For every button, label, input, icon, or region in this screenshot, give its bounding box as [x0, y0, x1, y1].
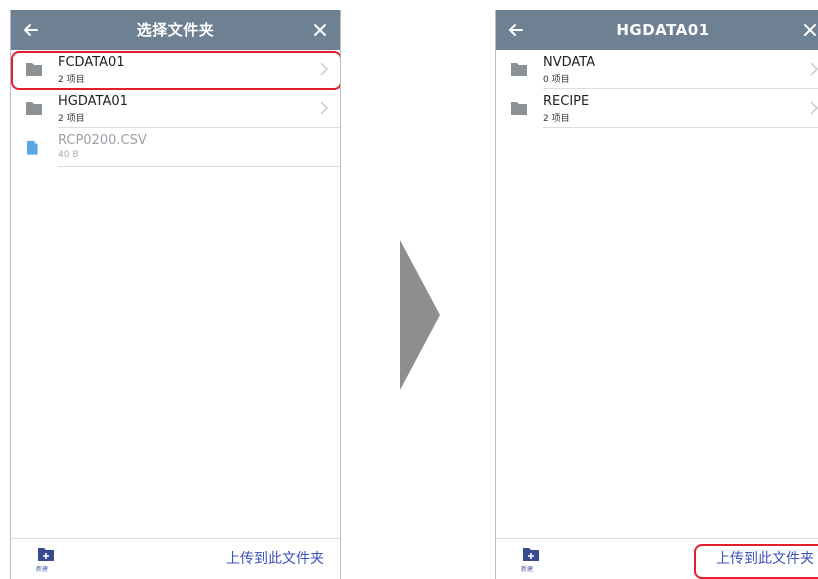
chevron-right-icon — [320, 101, 328, 115]
new-folder-icon — [38, 548, 54, 561]
folder-icon — [511, 102, 527, 115]
item-name: RCP0200.CSV — [58, 133, 147, 148]
right-screen: HGDATA01 NVDATA 0 项目 RECIPE 2 项目 新建 上传到此… — [495, 10, 818, 579]
page-title: 选择文件夹 — [136, 21, 215, 39]
divider — [543, 127, 818, 128]
item-count: 2 项目 — [58, 114, 85, 124]
upload-here-button[interactable]: 上传到此文件夹 — [226, 539, 324, 579]
arrow-right-icon — [400, 240, 440, 390]
footer-toolbar: 新建 上传到此文件夹 — [11, 538, 340, 579]
new-folder-label: 新建 — [521, 566, 534, 573]
close-icon[interactable] — [310, 20, 330, 40]
footer-toolbar: 新建 上传到此文件夹 — [496, 538, 818, 579]
new-folder-button[interactable]: 新建 — [36, 547, 54, 573]
folder-icon — [26, 102, 42, 115]
file-list: NVDATA 0 项目 RECIPE 2 项目 — [496, 50, 818, 128]
list-item-nvdata[interactable]: NVDATA 0 项目 — [496, 50, 818, 89]
header: HGDATA01 — [496, 10, 818, 50]
new-folder-label: 新建 — [36, 566, 49, 573]
item-name: RECIPE — [543, 94, 590, 109]
highlight-frame — [11, 51, 340, 90]
file-icon — [27, 140, 38, 155]
chevron-right-icon — [810, 62, 818, 76]
highlight-frame — [694, 544, 818, 579]
divider — [58, 166, 340, 167]
item-name: HGDATA01 — [58, 94, 128, 109]
new-folder-button[interactable]: 新建 — [521, 547, 539, 573]
item-size: 40 B — [58, 150, 79, 160]
folder-icon — [511, 63, 527, 76]
item-count: 2 项目 — [543, 114, 570, 124]
item-name: NVDATA — [543, 55, 596, 70]
list-item-recipe[interactable]: RECIPE 2 项目 — [496, 89, 818, 128]
left-screen: 选择文件夹 FCDATA01 2 项目 HGDATA01 2 项目 RCP020… — [10, 10, 341, 579]
list-item-rcp0200-csv: RCP0200.CSV 40 B — [11, 128, 340, 167]
new-folder-icon — [523, 548, 539, 561]
item-count: 0 项目 — [543, 75, 570, 85]
file-list: FCDATA01 2 项目 HGDATA01 2 项目 RCP0200.CSV — [11, 50, 340, 167]
list-item-hgdata01[interactable]: HGDATA01 2 项目 — [11, 89, 340, 128]
page-title: HGDATA01 — [616, 21, 710, 39]
header: 选择文件夹 — [11, 10, 340, 50]
close-icon[interactable] — [800, 20, 818, 40]
chevron-right-icon — [810, 101, 818, 115]
